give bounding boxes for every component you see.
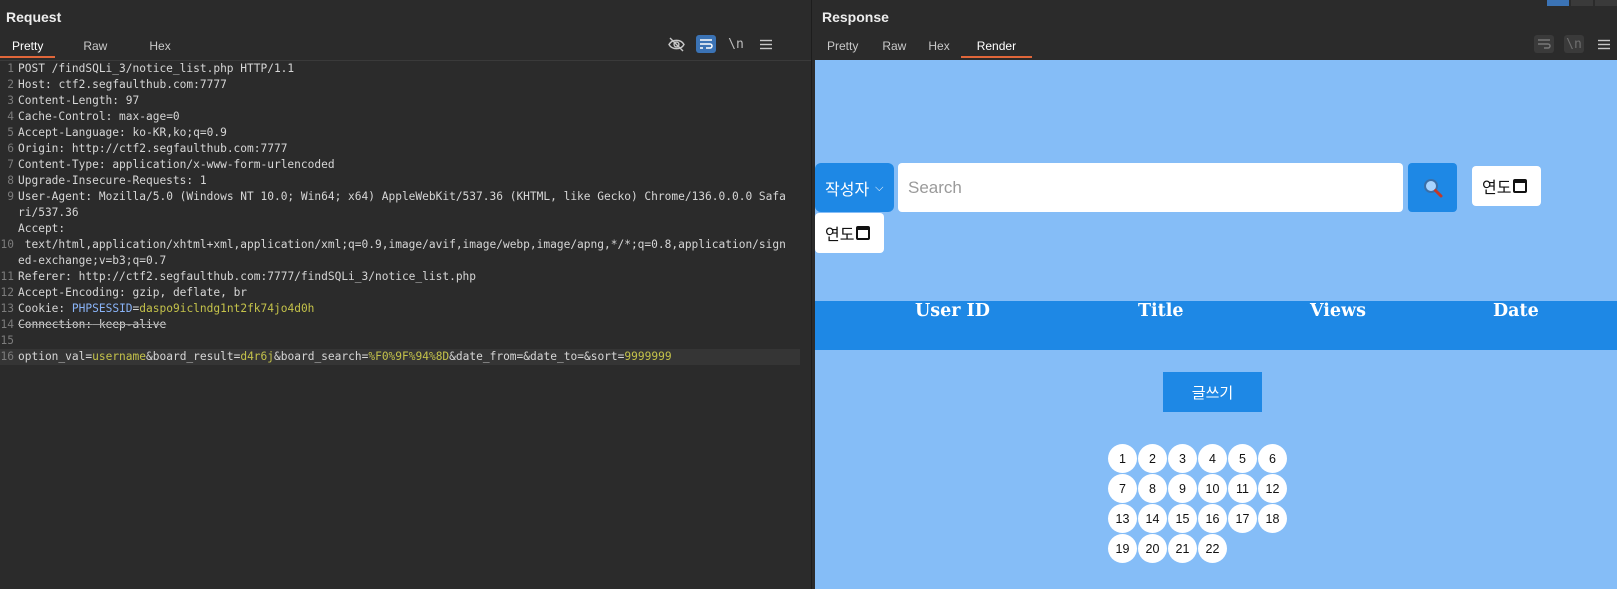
layout-tabs-button[interactable] bbox=[1595, 0, 1617, 6]
code-line: 8 Upgrade-Insecure-Requests: 1 bbox=[7, 174, 207, 187]
wrap-icon[interactable] bbox=[1534, 35, 1554, 53]
request-title: Request bbox=[6, 9, 62, 25]
page-link[interactable]: 1 bbox=[1108, 444, 1137, 473]
layout-split-button[interactable] bbox=[1547, 0, 1569, 6]
write-button[interactable]: 글쓰기 bbox=[1163, 372, 1262, 412]
code-line-body: 16 option_val=username&board_result=d4r6j… bbox=[0, 349, 800, 365]
page-link[interactable]: 13 bbox=[1108, 504, 1137, 533]
search-input[interactable] bbox=[898, 163, 1403, 212]
code-line: 13 Cookie: PHPSESSID=daspo9iclndg1nt2fk74… bbox=[0, 302, 315, 315]
menu-icon[interactable] bbox=[1594, 35, 1614, 53]
page-link[interactable]: 19 bbox=[1108, 534, 1137, 563]
code-line: 11 Referer: http://ctf2.segfaulthub.com:7… bbox=[0, 270, 477, 283]
code-line: 3 Content-Length: 97 bbox=[7, 94, 140, 107]
request-toolbar: \n bbox=[666, 35, 776, 53]
page-link[interactable]: 16 bbox=[1198, 504, 1227, 533]
response-toolbar: \n bbox=[1534, 35, 1614, 53]
page-link[interactable]: 8 bbox=[1138, 474, 1167, 503]
cookie-value: daspo9iclndg1nt2fk74jo4d0h bbox=[139, 302, 315, 315]
search-option-select[interactable]: 작성자 ⌵ bbox=[815, 163, 894, 212]
code-line: 15 bbox=[0, 334, 14, 347]
code-line: 5 Accept-Language: ko-KR,ko;q=0.9 bbox=[7, 126, 227, 139]
newline-toggle[interactable]: \n bbox=[1564, 35, 1584, 53]
response-tabs: Pretty Raw Hex Render bbox=[816, 34, 1033, 58]
page-link[interactable]: 10 bbox=[1198, 474, 1227, 503]
tab-render[interactable]: Render bbox=[960, 34, 1033, 58]
page-link[interactable]: 20 bbox=[1138, 534, 1167, 563]
code-line: 12 Accept-Encoding: gzip, deflate, br bbox=[0, 286, 248, 299]
page-link[interactable]: 11 bbox=[1228, 474, 1257, 503]
page-link[interactable]: 6 bbox=[1258, 444, 1287, 473]
page-link[interactable]: 4 bbox=[1198, 444, 1227, 473]
page-link[interactable]: 17 bbox=[1228, 504, 1257, 533]
render-view: 작성자 ⌵ 연도 연도 User ID Title Views Date bbox=[815, 60, 1617, 589]
column-title[interactable]: Title bbox=[1138, 301, 1184, 350]
tab-pretty[interactable]: Pretty bbox=[816, 34, 869, 58]
tab-raw[interactable]: Raw bbox=[871, 34, 917, 58]
page-link[interactable]: 12 bbox=[1258, 474, 1287, 503]
page-link[interactable]: 21 bbox=[1168, 534, 1197, 563]
tab-pretty[interactable]: Pretty bbox=[0, 34, 56, 58]
page-link[interactable]: 2 bbox=[1138, 444, 1167, 473]
table-header: User ID Title Views Date bbox=[815, 301, 1617, 350]
magnifier-icon bbox=[1423, 178, 1442, 197]
code-line: 1 POST /findSQLi_3/notice_list.php HTTP/1… bbox=[7, 62, 295, 75]
chevron-down-icon: ⌵ bbox=[875, 180, 884, 194]
code-line: 14 Connection: keep-alive bbox=[0, 318, 167, 331]
pagination: 1 2 3 4 5 6 7 8 9 10 11 12 13 14 15 16 17 18 19 20 21 22 bbox=[1108, 444, 1288, 563]
code-line: 4 Cache-Control: max-age=0 bbox=[7, 110, 180, 123]
tab-hex[interactable]: Hex bbox=[137, 34, 182, 58]
code-line: 6 Origin: http://ctf2.segfaulthub.com:777… bbox=[7, 142, 288, 155]
layout-buttons bbox=[1547, 0, 1617, 6]
page-link[interactable]: 9 bbox=[1168, 474, 1197, 503]
search-button[interactable] bbox=[1408, 163, 1457, 212]
response-title: Response bbox=[822, 9, 889, 25]
request-editor[interactable]: 1 POST /findSQLi_3/notice_list.php HTTP/1… bbox=[0, 60, 811, 589]
date-from-picker[interactable]: 연도 bbox=[1472, 166, 1541, 206]
code-line: 9 User-Agent: Mozilla/5.0 (Windows NT 10.… bbox=[7, 190, 786, 219]
date-to-picker[interactable]: 연도 bbox=[815, 213, 884, 253]
column-views[interactable]: Views bbox=[1310, 301, 1366, 350]
code-line: 7 Content-Type: application/x-www-form-ur… bbox=[7, 158, 335, 171]
eye-off-icon[interactable] bbox=[666, 35, 686, 53]
page-link[interactable]: 14 bbox=[1138, 504, 1167, 533]
burp-repeater: Request Pretty Raw Hex \n 1 POST /findSQL… bbox=[0, 0, 1617, 589]
request-tabs: Pretty Raw Hex bbox=[0, 34, 183, 58]
page-link[interactable]: 18 bbox=[1258, 504, 1287, 533]
calendar-icon bbox=[856, 226, 871, 240]
tab-raw[interactable]: Raw bbox=[71, 34, 119, 58]
newline-toggle[interactable]: \n bbox=[726, 35, 746, 53]
code-line: 10 Accept: text/html,application/xhtml+xm… bbox=[0, 222, 786, 267]
response-pane: Response Pretty Raw Hex Render \n 작성자 ⌵ bbox=[812, 0, 1617, 589]
page-link[interactable]: 7 bbox=[1108, 474, 1137, 503]
tab-hex[interactable]: Hex bbox=[917, 34, 960, 58]
page-link[interactable]: 3 bbox=[1168, 444, 1197, 473]
request-pane: Request Pretty Raw Hex \n 1 POST /findSQL… bbox=[0, 0, 812, 589]
menu-icon[interactable] bbox=[756, 35, 776, 53]
page-link[interactable]: 15 bbox=[1168, 504, 1197, 533]
column-user-id[interactable]: User ID bbox=[915, 301, 990, 350]
layout-horizontal-button[interactable] bbox=[1571, 0, 1593, 6]
cookie-name: PHPSESSID bbox=[71, 302, 133, 315]
calendar-icon bbox=[1513, 179, 1528, 193]
code-line: 2 Host: ctf2.segfaulthub.com:7777 bbox=[7, 78, 227, 91]
page-link[interactable]: 5 bbox=[1228, 444, 1257, 473]
column-date[interactable]: Date bbox=[1493, 301, 1539, 350]
wrap-icon[interactable] bbox=[696, 35, 716, 53]
page-link[interactable]: 22 bbox=[1198, 534, 1227, 563]
